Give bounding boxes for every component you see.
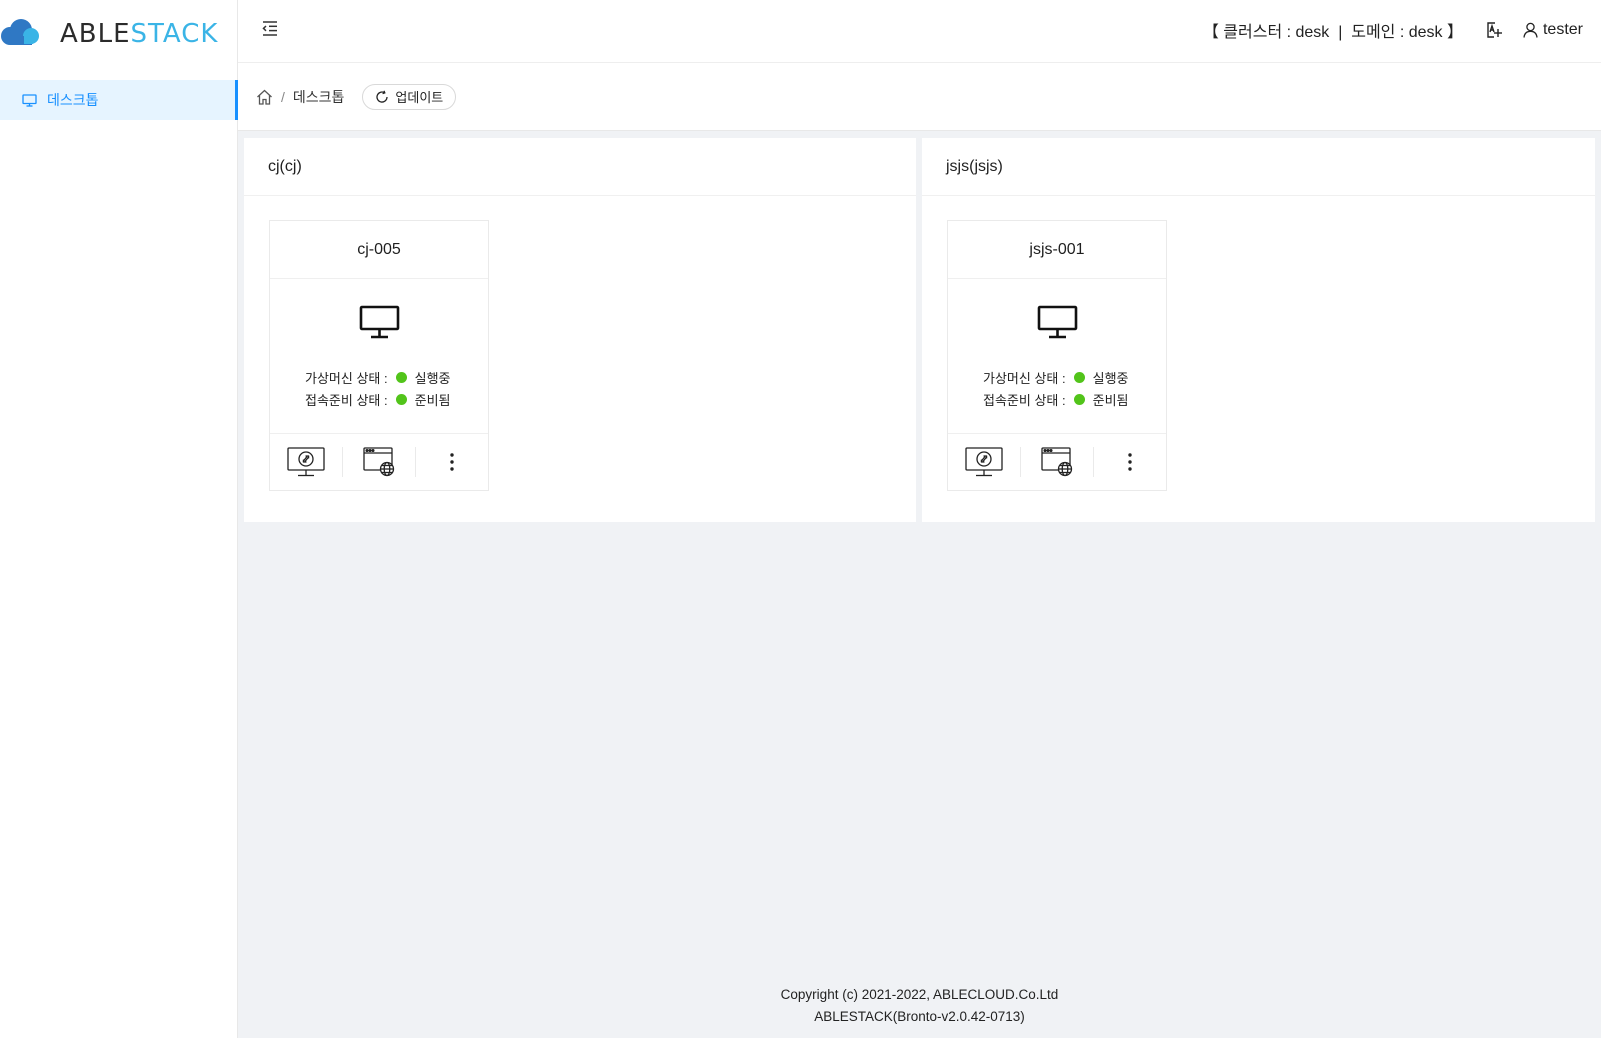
remote-desktop-icon	[287, 447, 325, 477]
remote-desktop-icon	[965, 447, 1003, 477]
connection-state-label: 접속준비 상태 :	[305, 393, 388, 408]
connection-state-value: 준비됨	[1092, 393, 1129, 408]
vm-body: 가상머신 상태 : 실행중 접속준비 상태 : 준비됨	[270, 279, 488, 434]
connection-state-value: 준비됨	[414, 393, 451, 408]
version-text: ABLESTACK(Bronto-v2.0.42-0713)	[814, 1009, 1025, 1024]
logo-text: ABLESTACK	[60, 19, 218, 49]
vm-name: cj-005	[270, 221, 488, 279]
vm-state-value: 실행중	[1092, 371, 1129, 386]
vm-actions	[270, 434, 488, 490]
copyright-text: Copyright (c) 2021-2022, ABLECLOUD.Co.Lt…	[780, 987, 1059, 1002]
status-dot	[1073, 394, 1085, 405]
status-dot	[1073, 372, 1085, 383]
sidebar-item-label: 데스크톱	[47, 92, 99, 108]
vm-state-row: 가상머신 상태 : 실행중	[305, 368, 451, 387]
vm-card[interactable]: cj-005 가상머신 상태 : 실행중 접속준비 상태 : 준비됨	[269, 220, 489, 491]
header-right: 【 클러스터 : desk | 도메인 : desk 】 tester	[1203, 18, 1583, 42]
web-console-button[interactable]	[342, 447, 415, 477]
vm-actions	[948, 434, 1166, 490]
status-dot	[395, 372, 407, 383]
breadcrumb-separator: /	[281, 88, 285, 105]
vm-name: jsjs-001	[948, 221, 1166, 279]
vm-state-row: 가상머신 상태 : 실행중	[983, 368, 1129, 387]
update-button[interactable]: 업데이트	[362, 83, 457, 110]
desktop-icon	[22, 93, 37, 107]
more-vertical-icon	[450, 453, 454, 471]
connection-state-row: 접속준비 상태 : 준비됨	[305, 390, 451, 409]
sidebar: ABLESTACK 데스크톱	[0, 0, 238, 1038]
connection-state-label: 접속준비 상태 :	[983, 393, 1066, 408]
vm-body: 가상머신 상태 : 실행중 접속준비 상태 : 준비됨	[948, 279, 1166, 434]
remote-desktop-button[interactable]	[948, 447, 1020, 477]
connection-state-row: 접속준비 상태 : 준비됨	[983, 390, 1129, 409]
user-icon	[1523, 22, 1538, 38]
breadcrumb-current: 데스크톱	[292, 88, 345, 105]
vm-state-label: 가상머신 상태 :	[305, 371, 388, 386]
web-console-button[interactable]	[1020, 447, 1093, 477]
cluster-domain-info: 【 클러스터 : desk | 도메인 : desk 】	[1202, 24, 1463, 41]
breadcrumb: / 데스크톱 업데이트	[238, 63, 1601, 131]
cloud-logo-icon	[1, 19, 39, 45]
vm-card[interactable]: jsjs-001 가상머신 상태 : 실행중 접속준비 상태 : 준비됨	[947, 220, 1167, 491]
monitor-icon	[359, 305, 400, 339]
desktop-group-card: jsjs(jsjs) jsjs-001 가상머신 상태 : 실행중 접속준비 상…	[922, 138, 1595, 522]
main-content: cj(cj) cj-005 가상머신 상태 : 실행중 접속준비 상태 : 준비…	[238, 131, 1601, 1038]
logo-text-stack: STACK	[130, 19, 219, 49]
more-options-button[interactable]	[1093, 447, 1166, 477]
logo-text-able: ABLE	[60, 19, 131, 49]
vm-state-value: 실행중	[414, 371, 451, 386]
more-options-button[interactable]	[415, 447, 488, 477]
remote-desktop-button[interactable]	[270, 447, 342, 477]
footer: Copyright (c) 2021-2022, ABLECLOUD.Co.Lt…	[238, 984, 1601, 1028]
sidebar-item-desktop[interactable]: 데스크톱	[0, 80, 238, 120]
desktop-group-card: cj(cj) cj-005 가상머신 상태 : 실행중 접속준비 상태 : 준비…	[244, 138, 916, 522]
web-console-icon	[1041, 447, 1073, 477]
user-name: tester	[1542, 21, 1583, 38]
group-title: jsjs(jsjs)	[922, 138, 1595, 196]
vm-state-label: 가상머신 상태 :	[983, 371, 1066, 386]
more-vertical-icon	[1128, 453, 1132, 471]
top-header: 【 클러스터 : desk | 도메인 : desk 】 tester	[238, 0, 1601, 63]
home-icon[interactable]	[256, 89, 273, 105]
update-button-label: 업데이트	[395, 90, 444, 105]
status-dot	[395, 394, 407, 405]
font-settings-icon[interactable]	[1485, 21, 1503, 39]
reload-icon	[376, 90, 389, 103]
user-menu[interactable]: tester	[1523, 21, 1583, 39]
monitor-icon	[1037, 305, 1078, 339]
menu-fold-icon[interactable]	[260, 18, 280, 38]
logo[interactable]: ABLESTACK	[0, 14, 238, 50]
group-title: cj(cj)	[244, 138, 916, 196]
web-console-icon	[363, 447, 395, 477]
